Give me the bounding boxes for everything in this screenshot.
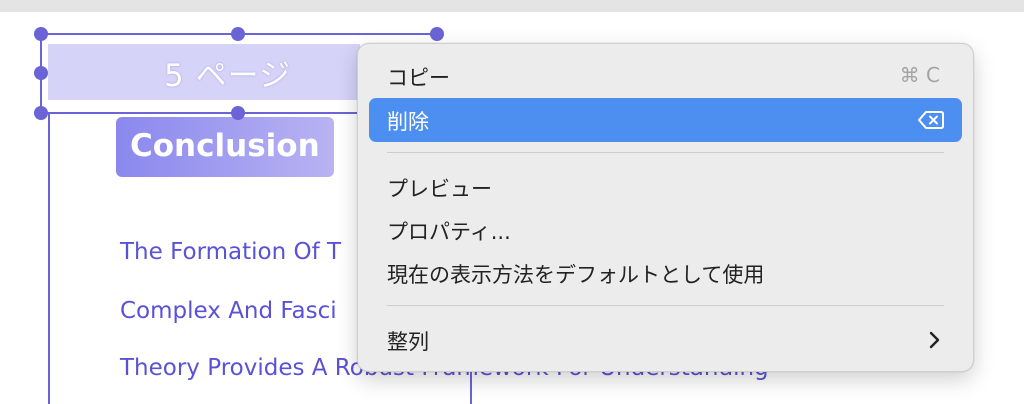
conclusion-heading: Conclusion [130, 128, 320, 164]
menu-item-properties[interactable]: プロパティ... [369, 208, 962, 252]
menu-item-label: コピー [387, 66, 450, 90]
menu-item-label: 削除 [387, 110, 429, 134]
selection-border-bottom [40, 112, 360, 114]
menu-item-label: プレビュー [387, 177, 492, 201]
menu-item-preview[interactable]: プレビュー [369, 165, 962, 209]
menu-item-label: 整列 [387, 330, 429, 354]
resize-handle[interactable] [34, 66, 48, 80]
menu-item-label: 現在の表示方法をデフォルトとして使用 [387, 263, 765, 287]
menu-item-arrange[interactable]: 整列 [369, 318, 962, 362]
resize-handle[interactable] [231, 27, 245, 41]
delete-backward-icon [918, 111, 944, 129]
toc-line[interactable]: The Formation Of T [120, 239, 341, 265]
shortcut-label: ⌘ C [899, 63, 940, 87]
menu-item-copy[interactable]: コピー ⌘ C [369, 54, 962, 98]
menu-item-delete[interactable]: 削除 [369, 98, 962, 142]
top-bar [0, 0, 1024, 12]
context-menu: コピー ⌘ C 削除 プレビュー プロパティ... 現在の表示方法をデフォルトと… [357, 43, 974, 372]
resize-handle[interactable] [231, 106, 245, 120]
page-label: 5 ページ [164, 58, 291, 94]
menu-separator [387, 305, 944, 306]
resize-handle[interactable] [34, 27, 48, 41]
menu-item-set-default-view[interactable]: 現在の表示方法をデフォルトとして使用 [369, 251, 962, 295]
chevron-right-icon [929, 331, 940, 349]
menu-separator [387, 152, 944, 153]
resize-handle[interactable] [34, 106, 48, 120]
toc-line[interactable]: Complex And Fasci [120, 298, 337, 324]
resize-handle[interactable] [430, 27, 444, 41]
menu-item-label: プロパティ... [387, 220, 511, 244]
